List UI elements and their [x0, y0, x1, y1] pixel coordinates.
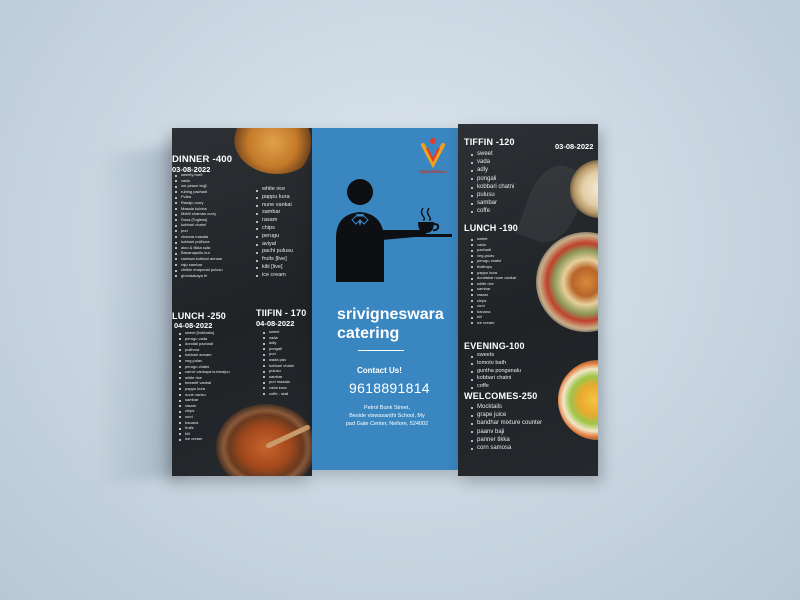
list-item: pulusu: [470, 191, 514, 199]
list-item: aviyal: [256, 241, 293, 249]
list-item: sweet: [470, 150, 514, 158]
list-item: ice cream: [471, 320, 516, 326]
list-item: Mocktails: [470, 403, 542, 411]
right-lunch-heading: LUNCH -190: [464, 223, 519, 233]
list-item: kilii [live]: [256, 264, 293, 272]
list-item: paanv baji: [470, 428, 542, 436]
thali-spread-image: [536, 232, 598, 332]
list-item: fruits [live]: [256, 256, 293, 264]
tiifin-heading: TIIFIN - 170: [256, 308, 307, 318]
vigneshwara-logo-icon: [421, 138, 445, 169]
list-item: kobbari chatni: [470, 375, 521, 383]
list-item: pachi pulusu: [256, 248, 293, 255]
list-item: panner tikka: [470, 436, 542, 444]
tiifin-date: 04-08-2022: [256, 319, 295, 328]
list-item: pongali: [470, 175, 514, 183]
list-item: rasam: [256, 217, 293, 225]
tiifin-list: sweet vada adly pongali puri wada pav ko…: [262, 329, 294, 396]
list-item: coffe - stall: [263, 391, 294, 397]
list-item: coffe: [470, 383, 521, 391]
welcomes-list: Mocktails grape juice bandhar mixture co…: [470, 403, 542, 452]
dinner-list-a: sweety burfi vada cut peace bujji rubing…: [174, 172, 223, 278]
list-item: sambar: [256, 209, 293, 217]
list-item: tomoto bath: [470, 360, 521, 368]
list-item: chips: [256, 225, 293, 233]
tiffin-heading: TIFFIN -120: [464, 137, 515, 147]
welcomes-heading: WELCOMES-250: [464, 391, 538, 401]
list-item: adly: [470, 166, 514, 174]
evening-heading: EVENING-100: [464, 341, 525, 351]
logo-text: Vigneshwara: [419, 169, 447, 174]
list-item: nune vankai: [256, 201, 292, 208]
divider: [358, 350, 404, 351]
right-lunch-list: sweet vada pachadi veg-pulav perugu chat…: [470, 236, 516, 326]
tiffin-list: sweet vada adly pongali kobbari chatni p…: [470, 150, 514, 216]
list-item: ghondakaya fri: [175, 273, 223, 279]
juice-glasses-image: [558, 360, 598, 440]
trifold-brochure: DINNER -400 03-08-2022 sweety burfi vada…: [0, 0, 800, 600]
lunch-heading: LUNCH -250: [172, 311, 227, 321]
biryani-plate-image: [234, 128, 312, 174]
lunch-list: sweet [bobbatlu] perugu vada dondali pac…: [178, 330, 230, 442]
list-item: ice cream: [179, 436, 230, 442]
brand-name-line1: srivigneswara: [337, 306, 444, 323]
list-item: coffe: [470, 207, 514, 215]
address-line2: Beside viswasanthi School, My: [349, 413, 425, 419]
list-item: grape juice: [470, 411, 542, 419]
lunch-date: 04-08-2022: [174, 321, 213, 330]
address-line1: Petrol Bunk Street,: [363, 405, 411, 411]
address-line3: pad Gate Center, Nellore, 524002: [345, 421, 429, 427]
list-item: guntha ponganalu: [470, 367, 522, 374]
list-item: corn samosa: [470, 444, 542, 452]
curry-bowl-image: [216, 404, 312, 476]
list-item: kobbari chatni: [470, 183, 515, 190]
evening-list: sweets tomoto bath guntha ponganalu kobb…: [470, 352, 521, 391]
list-item: vada: [470, 158, 514, 166]
dinner-list-b: white rice pappu kura nune vankai sambar…: [255, 186, 293, 280]
list-item: white rice: [256, 186, 293, 194]
list-item: bandhar mixture counter: [470, 420, 543, 427]
waiter-icon: [336, 179, 452, 282]
tiffin-date: 03-08-2022: [555, 142, 594, 151]
list-item: perugu: [256, 233, 293, 241]
phone-number: 9618891814: [349, 380, 430, 396]
dinner-heading: DINNER -400: [172, 154, 233, 165]
brand-name-line2: catering: [337, 325, 400, 342]
list-item: ice cream: [256, 272, 293, 280]
contact-label: Contact Us!: [357, 366, 402, 375]
list-item: sambar: [470, 199, 514, 207]
list-item: sweets: [470, 352, 521, 360]
list-item: pappu kura: [256, 194, 293, 202]
